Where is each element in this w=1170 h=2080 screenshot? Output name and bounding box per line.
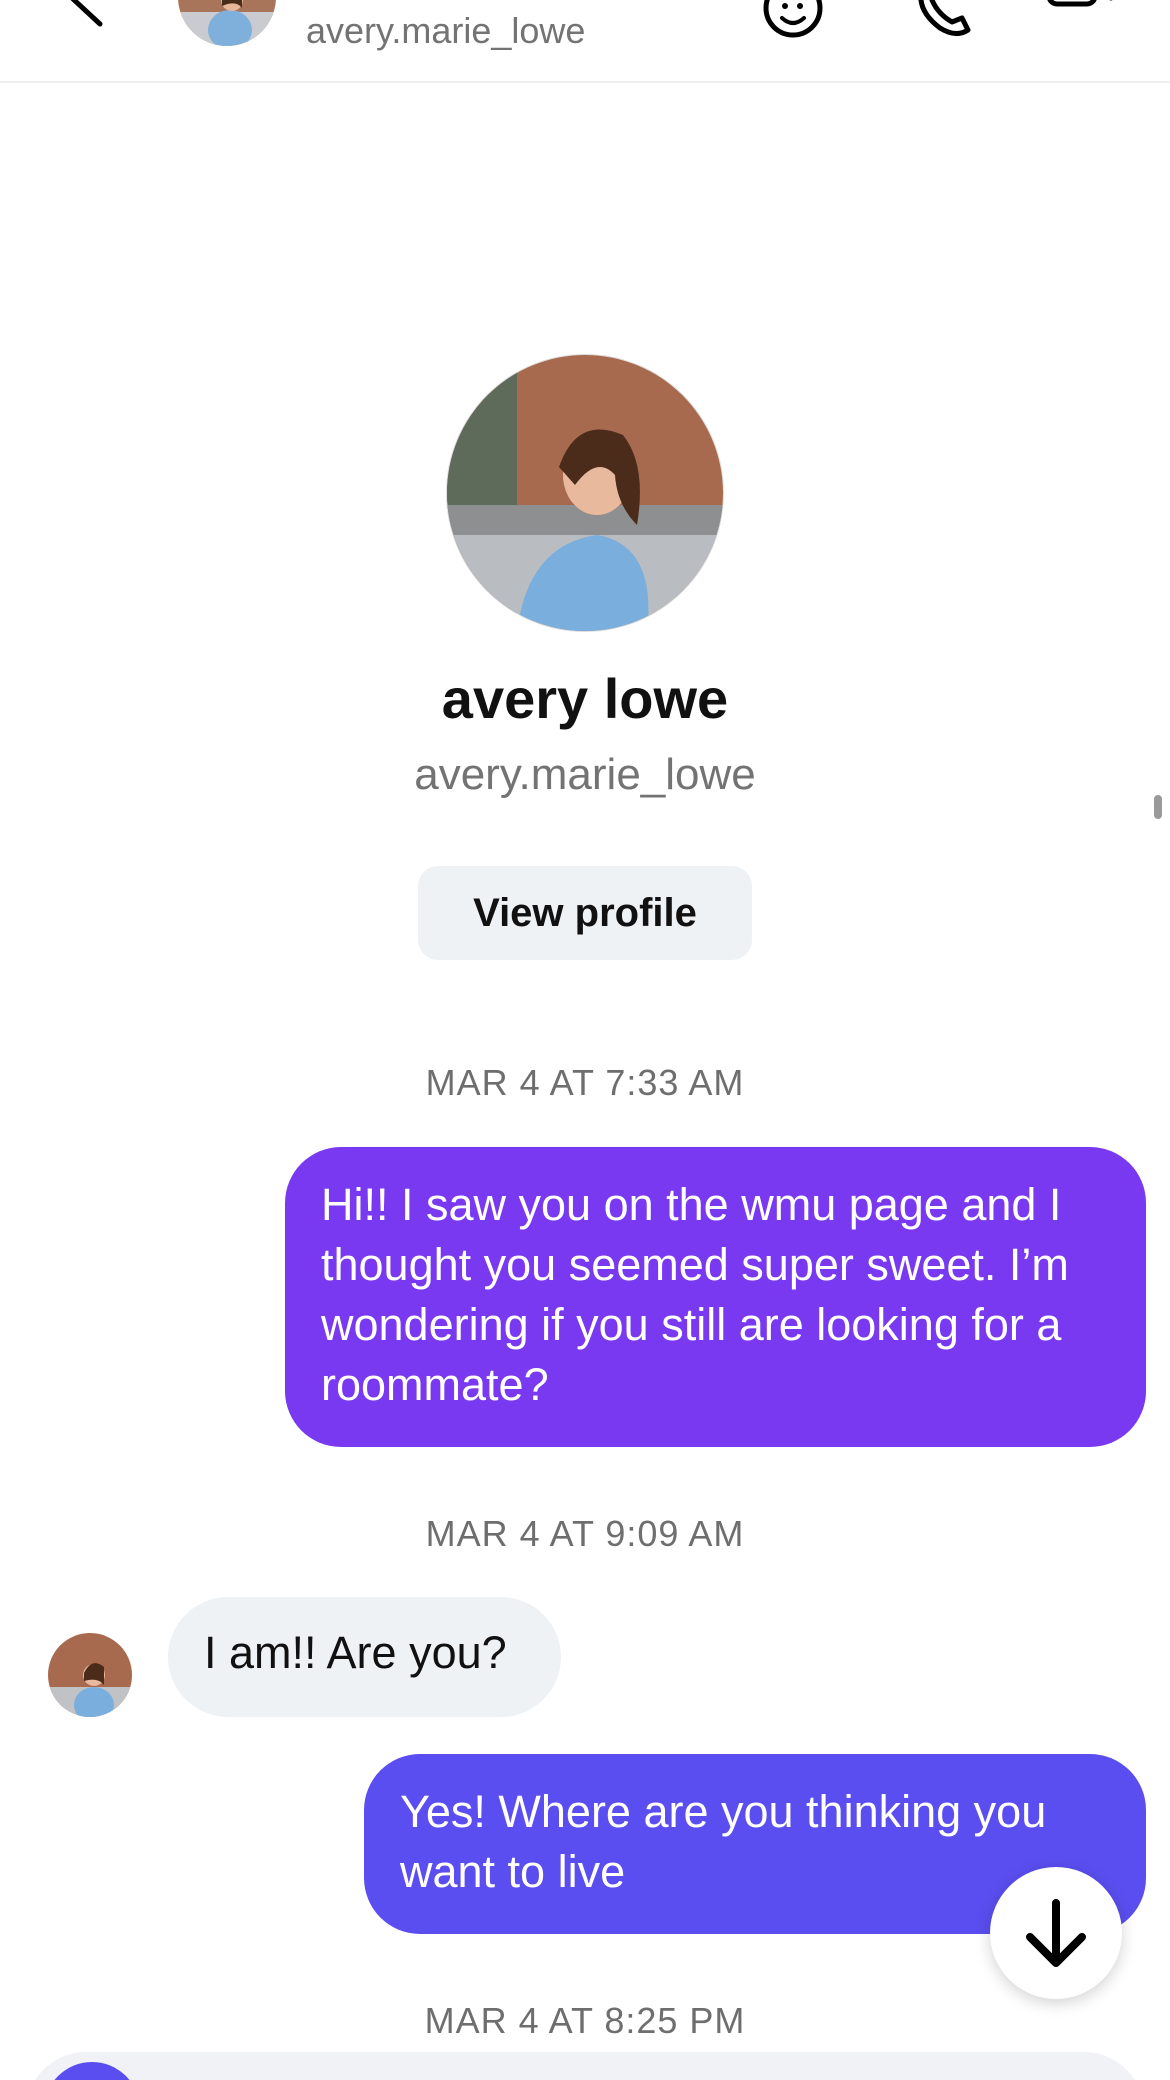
profile-avatar[interactable] [446, 354, 724, 632]
outgoing-message[interactable]: Hi!! I saw you on the wmu page and I tho… [285, 1147, 1146, 1447]
message-timestamp: MAR 4 AT 9:09 AM [425, 1513, 745, 1554]
video-icon[interactable] [1045, 0, 1115, 40]
header-avatar[interactable] [178, 0, 276, 46]
scroll-indicator[interactable] [1154, 795, 1162, 819]
scroll-to-bottom-button[interactable] [990, 1867, 1122, 1999]
message-timestamp: MAR 4 AT 7:33 AM [425, 1062, 745, 1103]
phone-icon[interactable] [910, 0, 980, 40]
back-icon[interactable] [62, 0, 122, 40]
view-profile-button[interactable]: View profile [418, 866, 752, 960]
sticker-icon[interactable] [760, 0, 830, 40]
chat-header: avery.marie_lowe [0, 0, 1170, 83]
profile-username: avery.marie_lowe [414, 750, 756, 799]
message-composer[interactable] [26, 2052, 1144, 2080]
header-username[interactable]: avery.marie_lowe [306, 10, 585, 52]
profile-display-name: avery lowe [441, 667, 729, 730]
sender-avatar[interactable] [48, 1633, 132, 1717]
message-timestamp: MAR 4 AT 8:25 PM [424, 2000, 746, 2041]
incoming-message[interactable]: I am!! Are you? [168, 1597, 561, 1717]
arrow-down-icon [1026, 1899, 1086, 1967]
